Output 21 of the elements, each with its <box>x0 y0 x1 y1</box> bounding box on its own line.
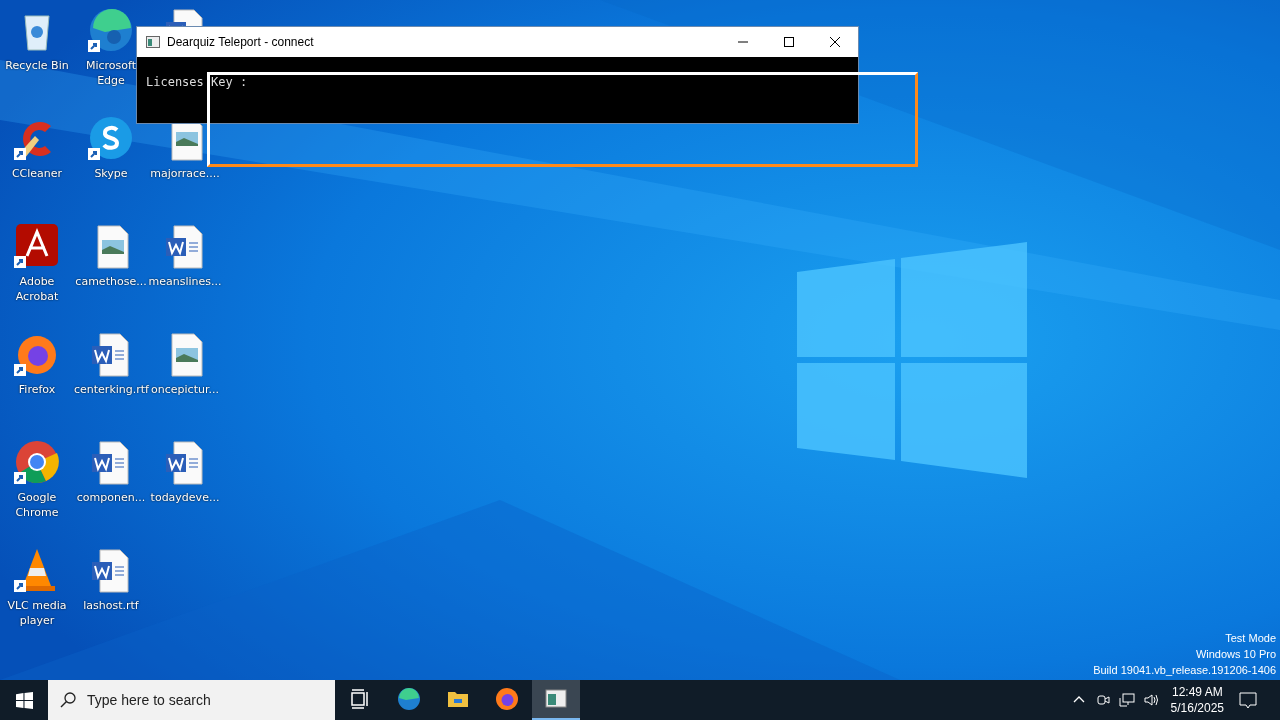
icon-label: CCleaner <box>10 166 64 181</box>
icon-label: camethose... <box>74 274 148 289</box>
icon-label: lashost.rtf <box>82 598 140 613</box>
icon-label: Firefox <box>17 382 57 397</box>
system-notice: Build 19041.vb_release.191206-1406 <box>1093 663 1276 678</box>
icon-label: meanslines... <box>148 274 222 289</box>
icon-label: todaydeve... <box>149 490 221 505</box>
icon-label: Skype <box>93 166 129 181</box>
system-notice: Test Mode <box>1225 631 1276 646</box>
icon-label: Google Chrome <box>14 490 60 520</box>
icon-label: majorrace.... <box>149 166 221 181</box>
window-title: Dearquiz Teleport - connect <box>167 35 314 49</box>
icon-label: Microsoft Edge <box>84 58 138 88</box>
console-text: Licenses Key : <box>146 74 249 90</box>
icon-label: centerking.rtf <box>74 382 148 397</box>
system-notice: Windows 10 Pro <box>1195 647 1276 662</box>
icon-label: Recycle Bin <box>4 58 70 73</box>
icon-label: componen... <box>75 490 147 505</box>
icon-label: VLC media player <box>6 598 68 628</box>
icon-label: Adobe Acrobat <box>14 274 60 304</box>
icon-label: oncepictur... <box>150 382 220 397</box>
